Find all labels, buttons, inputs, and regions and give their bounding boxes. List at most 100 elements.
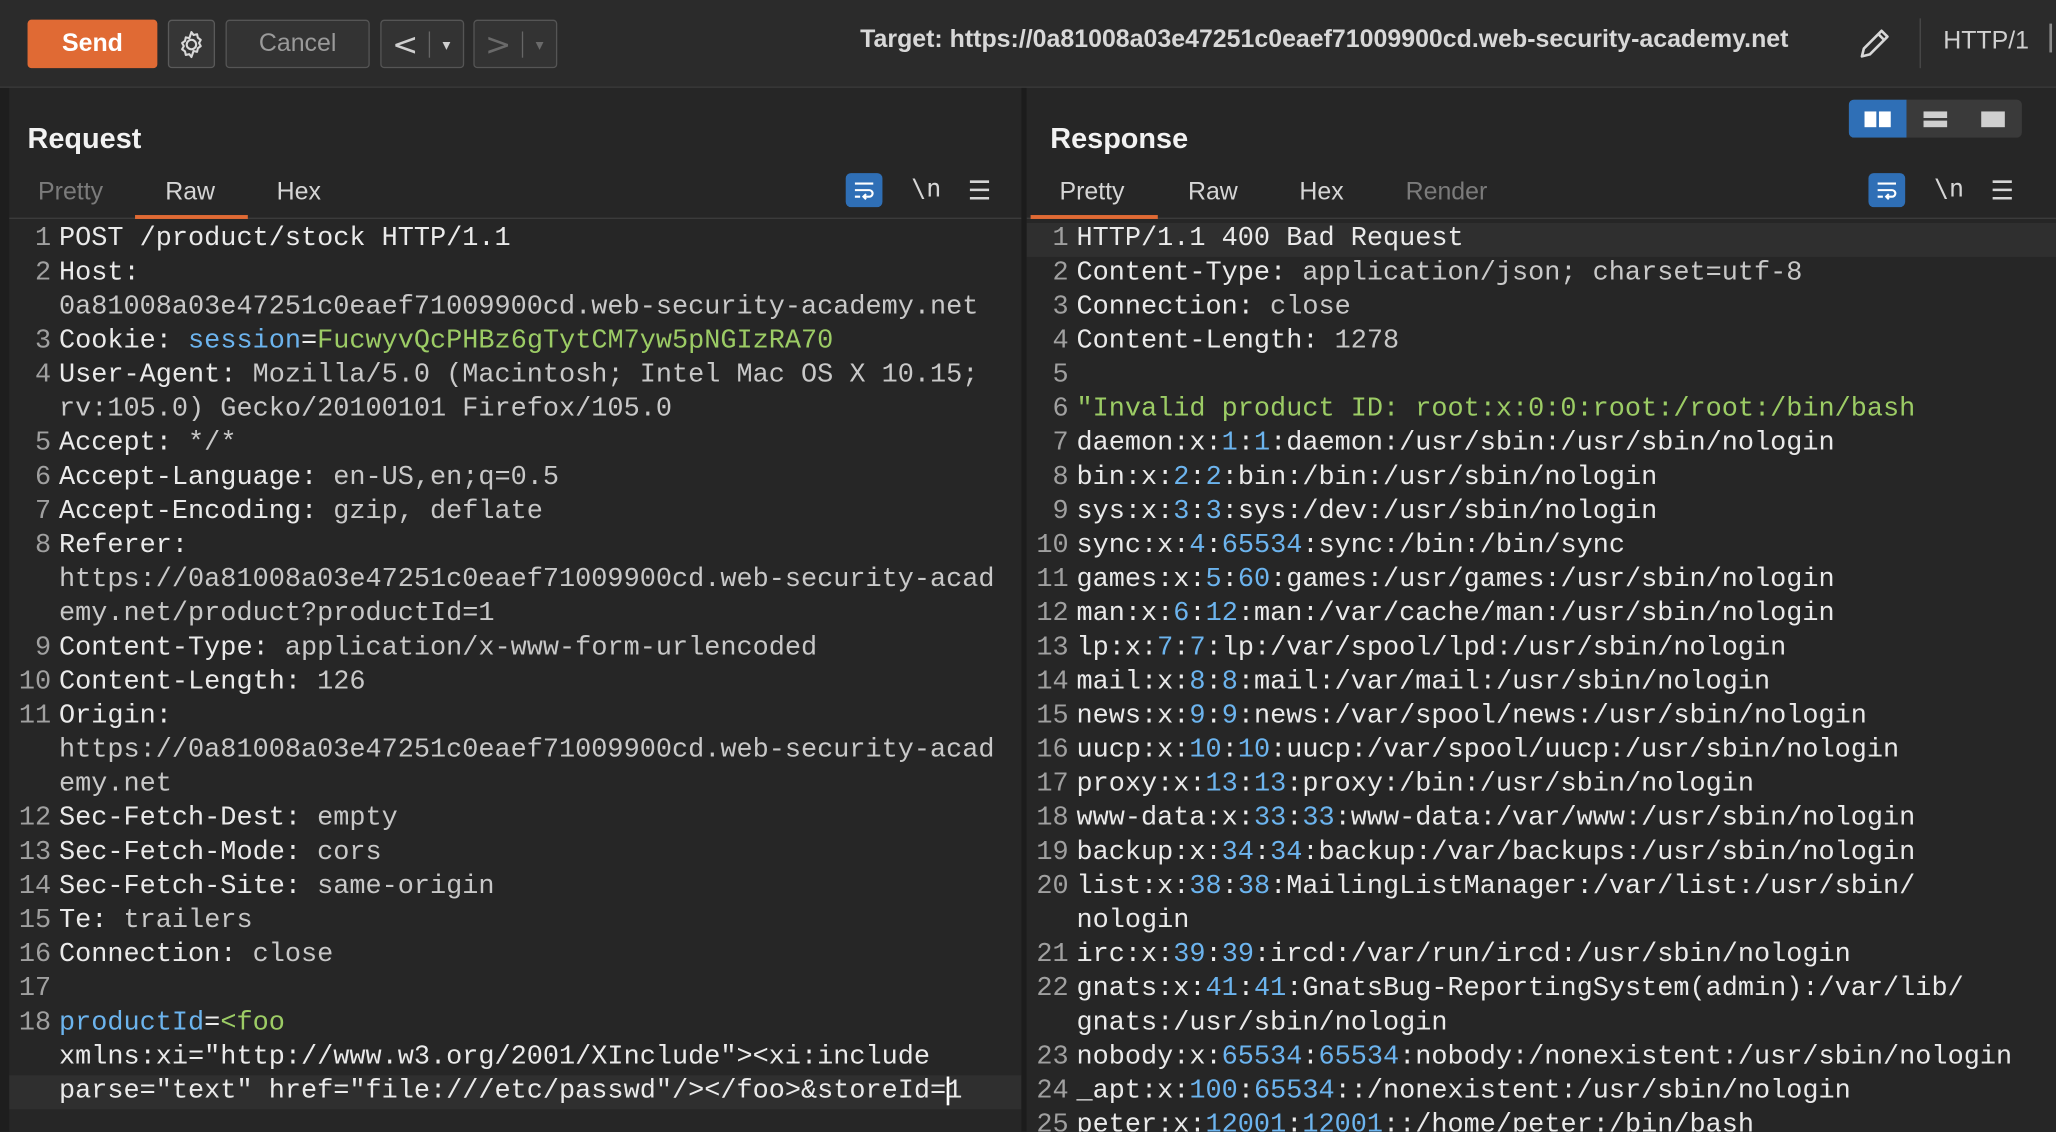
request-code-line: 5 Accept: */* (9, 427, 1021, 461)
code-token: Connection: (1076, 292, 1271, 323)
forward-arrow-icon[interactable]: > (475, 26, 522, 63)
request-tab-pretty[interactable]: Pretty (38, 178, 103, 207)
code-token: cors (317, 837, 382, 869)
request-tab-hex[interactable]: Hex (277, 178, 321, 207)
code-token: ::/nonexistent:/usr/sbin/nologin (1334, 1076, 1851, 1107)
line-number (9, 291, 59, 325)
response-tab-render[interactable]: Render (1406, 178, 1488, 207)
request-code-line: 18 productId=<foo (9, 1007, 1021, 1041)
request-code-line: 7 Accept-Encoding: gzip, deflate (9, 496, 1021, 530)
line-text: Sec-Fetch-Dest: empty (59, 802, 1021, 836)
code-token: Mozilla/5.0 (Macintosh; Intel Mac OS X 1… (252, 360, 979, 391)
forward-history-dropdown-icon[interactable]: ▾ (523, 35, 556, 53)
code-token: 12 (1205, 599, 1238, 630)
code-token: : (1237, 769, 1254, 800)
code-token: 8 (1189, 667, 1206, 698)
forward-nav-group[interactable]: > ▾ (473, 19, 558, 69)
code-token: list:x: (1076, 871, 1190, 903)
code-token: en-US,en;q=0.5 (333, 462, 560, 494)
line-number: 19 (1036, 837, 1069, 869)
response-tab-pretty[interactable]: Pretty (1059, 178, 1124, 207)
code-token: 41 (1253, 974, 1287, 1005)
line-number: 3 (1052, 292, 1069, 323)
line-text: User-Agent: Mozilla/5.0 (Macintosh; Inte… (59, 359, 1021, 393)
code-token: 34 (1270, 837, 1303, 869)
line-number: 23 (1036, 1042, 1069, 1073)
line-text: Sec-Fetch-Site: same-origin (59, 871, 1021, 905)
line-number: 2 (34, 258, 52, 289)
code-token: : (1221, 735, 1238, 766)
line-text (1076, 359, 2055, 393)
code-token: rv:105.0) Gecko/20100101 Firefox/105.0 (59, 394, 672, 425)
toolbar: Send Cancel < ▾ > ▾ Target: https://0a81… (0, 0, 2056, 88)
response-code-line: 15 news:x:9:9:news:/var/spool/news:/usr/s… (1027, 700, 2056, 734)
layout-side-by-side-button[interactable] (1848, 99, 1907, 138)
send-button[interactable]: Send (27, 19, 158, 69)
code-token: emy.net (59, 769, 172, 800)
layout-single-button[interactable] (1964, 100, 2022, 138)
response-tab-raw[interactable]: Raw (1188, 178, 1238, 207)
response-active-tab-indicator (1030, 215, 1158, 219)
request-newline-toggle[interactable]: \n (911, 174, 941, 203)
word-wrap-icon (854, 182, 874, 201)
line-number (1027, 1007, 1077, 1041)
line-number (9, 734, 59, 768)
code-token: :GnatsBug-ReportingSystem(admin):/var/li… (1286, 974, 1964, 1005)
code-token: <foo (220, 1008, 285, 1039)
cancel-button[interactable]: Cancel (225, 19, 370, 69)
code-token: gnats:/usr/sbin/nologin (1076, 1008, 1448, 1039)
response-wrap-toggle[interactable] (1868, 173, 1906, 208)
code-token: POST /product/stock HTTP/1.1 (59, 224, 511, 255)
layout-stacked-button[interactable] (1906, 100, 1964, 138)
response-code-line: 11 games:x:5:60:games:/usr/games:/usr/sbi… (1027, 564, 2056, 598)
line-number: 11 (1036, 565, 1069, 596)
line-text: mail:x:8:8:mail:/var/mail:/usr/sbin/nolo… (1076, 666, 2055, 700)
code-token: 39 (1221, 940, 1254, 971)
code-token: 13 (1205, 769, 1238, 800)
response-menu-icon[interactable]: ☰ (1990, 174, 2014, 205)
code-token: 12001 (1302, 1110, 1384, 1132)
back-arrow-icon[interactable]: < (382, 26, 429, 63)
code-token: : (1205, 701, 1222, 732)
code-token: daemon:x: (1076, 428, 1222, 459)
request-menu-icon[interactable]: ☰ (968, 174, 992, 205)
response-newline-toggle[interactable]: \n (1934, 174, 1964, 203)
code-token: Accept: (59, 428, 189, 459)
code-token: = (300, 326, 318, 357)
code-token: mail:x: (1076, 667, 1190, 698)
response-code-line: 5 (1027, 359, 2056, 393)
http-version-label[interactable]: HTTP/1 (1943, 28, 2029, 57)
left-gutter (0, 87, 10, 1132)
code-token: : (1189, 462, 1206, 494)
back-history-dropdown-icon[interactable]: ▾ (430, 35, 463, 53)
code-token: Sec-Fetch-Site: (59, 871, 318, 903)
line-number: 13 (1036, 633, 1069, 664)
code-token: : (1237, 428, 1254, 459)
code-token: = (204, 1008, 221, 1039)
line-number: 18 (1036, 803, 1069, 834)
code-token: _apt:x: (1076, 1076, 1190, 1107)
line-number: 17 (18, 974, 52, 1005)
code-token: :backup:/var/backups:/usr/sbin/nologin (1302, 837, 1916, 869)
code-token: 65534 (1221, 1042, 1303, 1073)
back-nav-group[interactable]: < ▾ (380, 19, 465, 69)
response-editor[interactable]: 1 HTTP/1.1 400 Bad Request 2 Content-Type: … (1026, 222, 2056, 1132)
line-number: 4 (34, 360, 52, 391)
code-token: :mail:/var/mail:/usr/sbin/nologin (1237, 667, 1771, 698)
code-token: 10 (1189, 735, 1222, 766)
code-token: :MailingListManager:/var/list:/usr/sbin/ (1270, 871, 1916, 903)
response-code-line: 13 lp:x:7:7:lp:/var/spool/lpd:/usr/sbin/n… (1027, 632, 2056, 666)
line-number: 7 (34, 496, 52, 528)
request-tab-raw[interactable]: Raw (165, 178, 215, 207)
edit-target-pencil-icon[interactable] (1854, 22, 1896, 64)
line-text: Cookie: session=FucwyvQcPHBz6gTytCM7yw5p… (59, 325, 1021, 359)
line-number: 15 (1036, 701, 1069, 732)
response-code-line: 8 bin:x:2:2:bin:/bin:/usr/sbin/nologin (1027, 462, 2056, 496)
settings-button[interactable] (167, 19, 216, 69)
line-number: 24 (1036, 1076, 1069, 1107)
response-tab-hex[interactable]: Hex (1299, 178, 1343, 207)
request-editor[interactable]: 1 POST /product/stock HTTP/1.1 2 Host: 0a810… (9, 223, 1022, 1132)
request-code-line: 4 User-Agent: Mozilla/5.0 (Macintosh; Int… (9, 359, 1021, 393)
request-wrap-toggle[interactable] (845, 173, 883, 208)
line-number: 7 (1052, 428, 1069, 459)
